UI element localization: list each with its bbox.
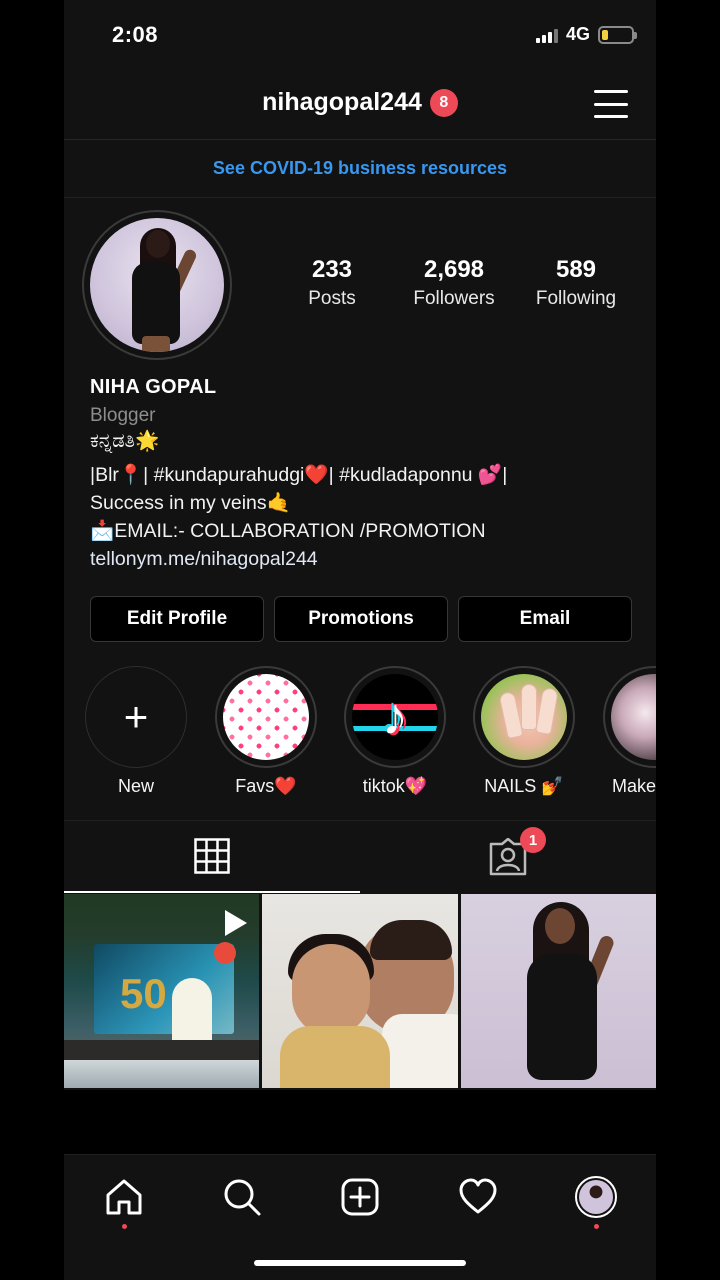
plus-icon: + <box>123 693 149 740</box>
nav-home[interactable] <box>100 1173 148 1229</box>
bio-line: 📩EMAIL:- COLLABORATION /PROMOTION <box>90 520 486 542</box>
tiktok-logo-icon: ♪ <box>352 674 438 760</box>
tagged-badge: 1 <box>520 827 546 853</box>
highlight-label: NAILS 💅 <box>484 776 564 796</box>
posts-grid-empty-row <box>64 1090 656 1154</box>
highlight-cover <box>481 674 567 760</box>
home-indicator[interactable] <box>254 1260 466 1266</box>
post-thumbnail[interactable]: 50 <box>64 894 260 1088</box>
post-thumbnail[interactable] <box>460 894 656 1088</box>
posts-label: Posts <box>308 288 356 309</box>
profile-actions: Edit Profile Promotions Email <box>90 596 632 642</box>
post-thumbnail[interactable] <box>262 894 458 1088</box>
highlight-label: tiktok💖 <box>362 776 428 796</box>
bio-link[interactable]: tellonym.me/nihagopal244 <box>90 545 630 573</box>
status-indicators: 4G <box>535 24 637 45</box>
highlight-new[interactable]: + New <box>84 666 188 797</box>
search-icon <box>224 1179 261 1216</box>
nav-search[interactable] <box>218 1173 266 1221</box>
menu-icon[interactable] <box>594 90 628 118</box>
highlight-label: Favs❤️ <box>235 776 297 796</box>
tab-tagged[interactable]: 1 <box>360 821 656 893</box>
nav-activity[interactable] <box>454 1173 502 1221</box>
highlight-label: New <box>117 776 154 796</box>
new-post-icon <box>341 1178 379 1216</box>
highlight-favs[interactable]: Favs❤️ <box>214 666 318 797</box>
display-name: NIHA GOPAL <box>90 376 217 398</box>
posts-count: 233 <box>311 256 353 283</box>
nav-profile[interactable] <box>572 1173 620 1229</box>
notification-badge: 8 <box>429 88 458 117</box>
profile-header: nihagopal244 8 <box>64 72 656 140</box>
phone-screen: 2:08 4G nihagopal244 8 See COVID-19 busi… <box>64 0 656 1280</box>
grid-icon <box>194 838 230 874</box>
edit-profile-button[interactable]: Edit Profile <box>90 596 264 642</box>
bottom-nav <box>64 1154 656 1280</box>
covid-banner: See COVID-19 business resources <box>64 140 656 198</box>
status-time: 2:08 <box>112 22 159 47</box>
new-highlight-circle: + <box>85 666 187 768</box>
reel-icon <box>225 910 248 936</box>
bio-line: ಕನ್ನಡತಿ🌟 <box>90 430 160 452</box>
profile-category: Blogger <box>90 405 156 426</box>
highlight-label: Make u <box>612 776 656 796</box>
home-notification-dot <box>121 1224 127 1229</box>
profile-tabs: 1 <box>64 820 656 893</box>
following-count: 589 <box>555 256 597 283</box>
bio-line: Success in my veins🤙 <box>90 492 291 514</box>
signal-icon <box>535 27 558 43</box>
bio-line: |Blr📍| #kundapurahudgi❤️| #kudladaponnu … <box>90 464 508 486</box>
stat-posts[interactable]: 233 Posts <box>284 256 380 310</box>
followers-label: Followers <box>413 288 495 309</box>
profile-avatar[interactable] <box>82 210 232 360</box>
avatar-photo <box>90 218 224 352</box>
highlight-tiktok[interactable]: ♪ tiktok💖 <box>343 666 447 797</box>
tab-grid[interactable] <box>64 821 360 893</box>
nav-new-post[interactable] <box>336 1173 384 1221</box>
heart-icon <box>459 1178 497 1214</box>
highlight-cover <box>223 674 309 760</box>
highlight-nails[interactable]: NAILS 💅 <box>472 666 576 797</box>
stat-followers[interactable]: 2,698 Followers <box>406 256 502 310</box>
profile-username: nihagopal244 <box>262 88 422 116</box>
battery-icon <box>598 25 637 44</box>
profile-bio: NIHA GOPAL Blogger ಕನ್ನಡತಿ🌟 |Blr📍| #kund… <box>90 376 630 573</box>
email-button[interactable]: Email <box>458 596 632 642</box>
profile-avatar-icon <box>575 1176 617 1218</box>
status-bar: 2:08 4G <box>64 0 656 72</box>
stat-following[interactable]: 589 Following <box>528 256 624 310</box>
story-highlights: + New Favs❤️ ♪ tiktok💖 NAILS 💅 Make u <box>84 666 656 806</box>
highlight-cover <box>611 674 656 760</box>
promotions-button[interactable]: Promotions <box>274 596 448 642</box>
home-icon <box>106 1179 142 1215</box>
following-label: Following <box>535 288 617 309</box>
profile-notification-dot <box>593 1224 599 1229</box>
network-type: 4G <box>565 24 590 44</box>
posts-grid: 50 <box>64 894 656 1088</box>
followers-count: 2,698 <box>423 256 485 283</box>
highlight-makeup[interactable]: Make u <box>602 666 656 797</box>
covid-resources-link[interactable]: See COVID-19 business resources <box>213 158 507 179</box>
username-switcher[interactable]: nihagopal244 8 <box>64 88 656 117</box>
profile-stats: 233 Posts 2,698 Followers 589 Following <box>284 256 624 310</box>
battery-level <box>602 29 609 40</box>
